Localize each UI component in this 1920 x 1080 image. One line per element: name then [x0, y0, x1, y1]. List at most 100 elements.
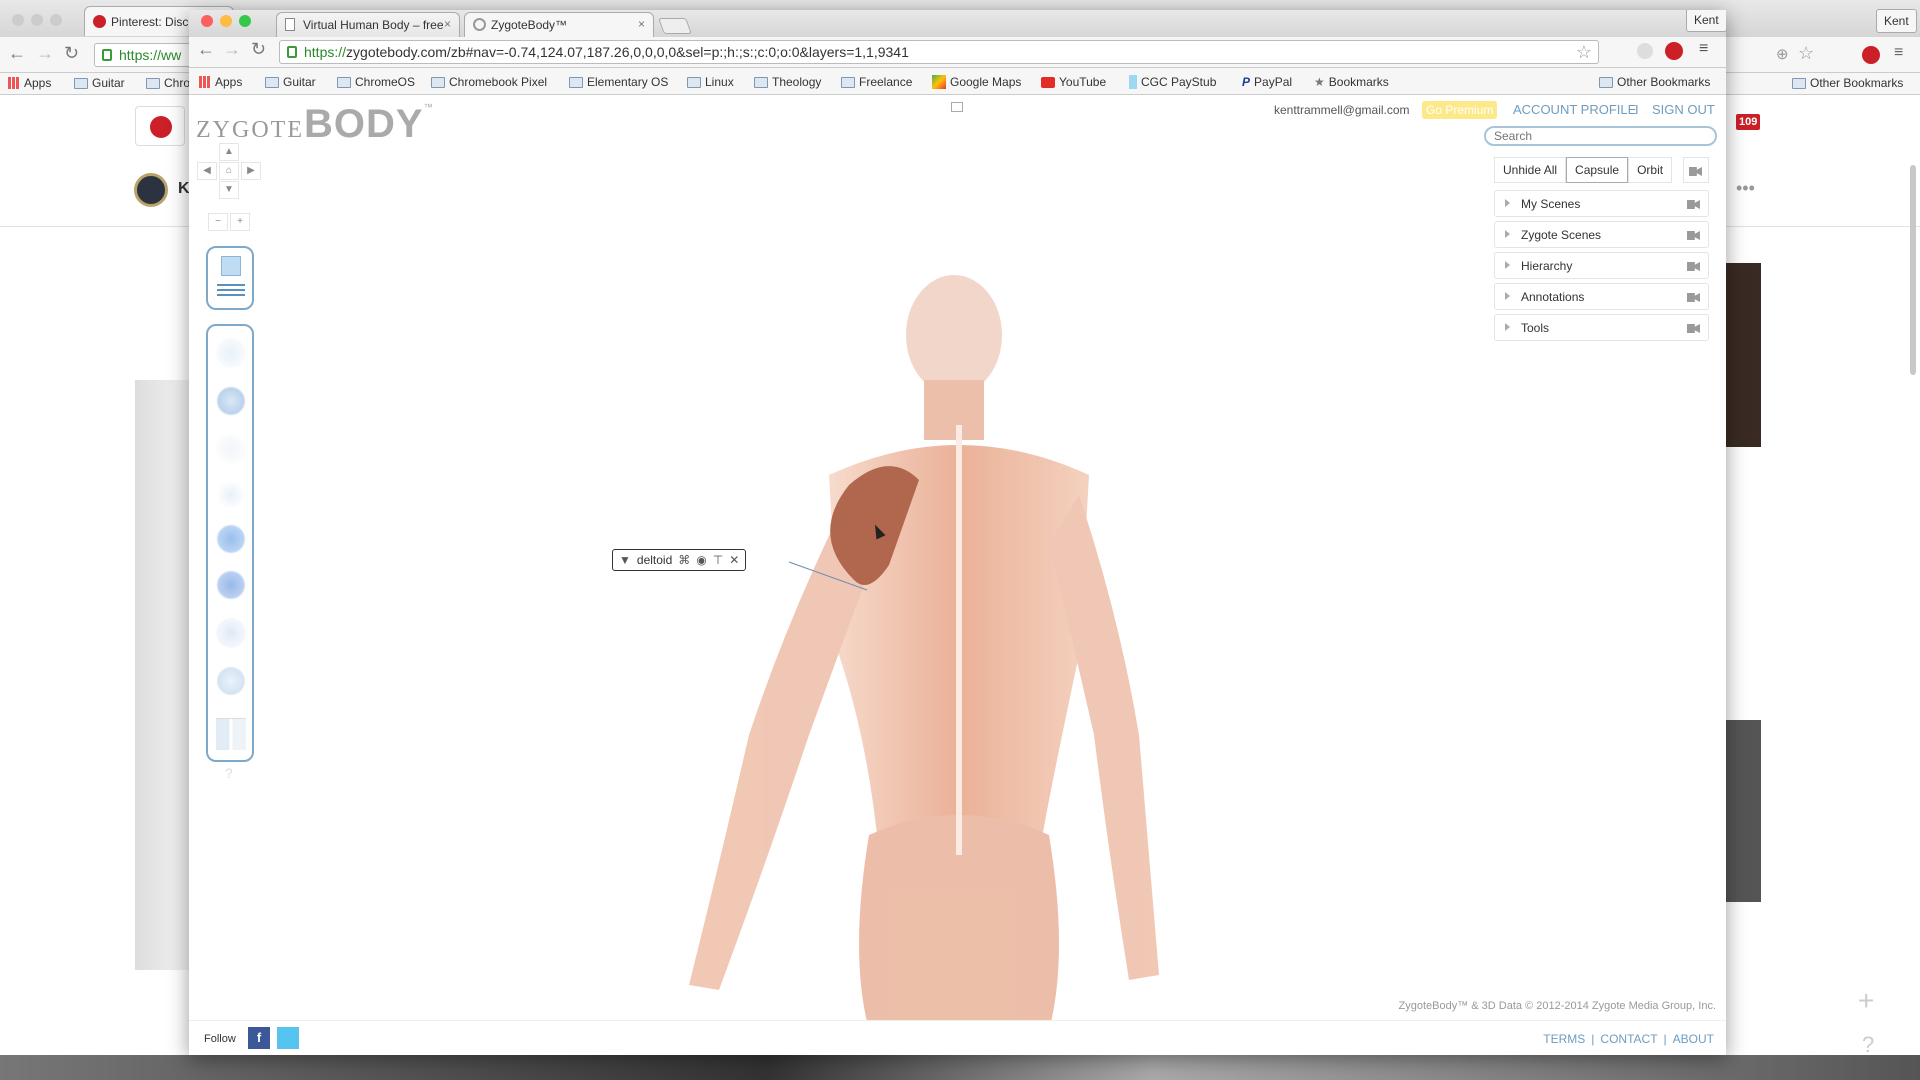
window-controls[interactable] [12, 14, 62, 26]
pin-image[interactable] [1726, 263, 1761, 447]
paystub-icon [1129, 75, 1137, 89]
reload-icon[interactable]: ↻ [251, 39, 266, 60]
view-buttons: Unhide All Capsule Orbit [1494, 157, 1673, 183]
pinterest-extension-icon[interactable] [1862, 46, 1880, 64]
panel-item-tools[interactable]: Tools [1494, 314, 1709, 341]
close-icon[interactable]: ✕ [729, 553, 739, 567]
bookmark-other[interactable]: Other Bookmarks [1599, 75, 1710, 89]
facebook-icon[interactable]: f [248, 1027, 270, 1049]
search-input[interactable] [1484, 126, 1717, 146]
pin-image[interactable] [135, 380, 190, 970]
bookmark-label: PayPal [1254, 75, 1293, 89]
bookmark-elementary-os[interactable]: Elementary OS [569, 75, 668, 89]
follow-label: Follow [204, 1033, 236, 1045]
panel-item-my-scenes[interactable]: My Scenes [1494, 190, 1709, 217]
pinterest-extension-icon[interactable] [1665, 42, 1683, 60]
add-pin-icon[interactable]: + [1858, 985, 1874, 1017]
forward-icon[interactable]: → [223, 39, 241, 60]
bookmark-youtube[interactable]: YouTube [1041, 75, 1106, 89]
head [906, 275, 1002, 395]
profile-avatar[interactable] [134, 173, 168, 207]
scrollbar[interactable] [1910, 165, 1916, 375]
bookmark-cgc-paystub[interactable]: CGC PayStub [1129, 75, 1216, 89]
traffic-lights[interactable] [201, 15, 251, 27]
bookmark-chromeos[interactable]: Chro [146, 76, 190, 90]
zoom-icon[interactable]: ⊕ [1776, 45, 1789, 63]
camera-icon[interactable] [1687, 200, 1700, 209]
star-icon[interactable]: ☆ [1798, 43, 1814, 64]
panel-label: Hierarchy [1521, 259, 1573, 273]
tab-title: Virtual Human Body – free [303, 18, 444, 32]
panel-item-annotations[interactable]: Annotations [1494, 283, 1709, 310]
sign-out-link[interactable]: SIGN OUT [1652, 102, 1715, 117]
new-tab-button[interactable] [658, 18, 692, 34]
profile-button[interactable]: Kent [1876, 9, 1917, 33]
bookmark-label: YouTube [1059, 75, 1107, 89]
notification-badge[interactable]: 109 [1736, 114, 1761, 130]
twitter-icon[interactable] [277, 1027, 299, 1049]
bookmark-bookmarks[interactable]: ★ Bookmarks [1314, 75, 1389, 89]
tabbar: Virtual Human Body – free × ZygoteBody™ × … [189, 10, 1726, 37]
isolate-icon[interactable]: ⌘ [678, 553, 690, 567]
bookmark-label: Theology [772, 75, 822, 89]
bookmark-label: Google Maps [950, 75, 1022, 89]
bookmark-label: ChromeOS [355, 75, 416, 89]
bookmark-freelance[interactable]: Freelance [841, 75, 912, 89]
bookmark-other[interactable]: Other Bookmarks [1792, 76, 1903, 90]
profile-button[interactable]: Kent [1686, 10, 1726, 32]
bookmark-guitar[interactable]: Guitar [265, 75, 316, 89]
user-email: kenttrammell@gmail.com [1274, 103, 1410, 117]
contact-link[interactable]: CONTACT [1600, 1032, 1657, 1046]
panel-item-zygote-scenes[interactable]: Zygote Scenes [1494, 221, 1709, 248]
terms-link[interactable]: TERMS [1543, 1032, 1585, 1046]
close-tab-icon[interactable]: × [638, 17, 645, 31]
unhide-all-button[interactable]: Unhide All [1494, 157, 1567, 183]
bookmark-google-maps[interactable]: Google Maps [932, 75, 1021, 89]
divider: | [1591, 1032, 1595, 1046]
capsule-button[interactable]: Capsule [1566, 157, 1629, 183]
pin-image[interactable] [1726, 720, 1761, 902]
account-profile-link[interactable]: ACCOUNT PROFILE [1513, 102, 1636, 117]
close-tab-icon[interactable]: × [444, 17, 451, 31]
go-premium-button[interactable]: Go Premium [1422, 101, 1498, 119]
eye-icon[interactable]: ◉ [696, 553, 706, 567]
pinterest-logo-button[interactable] [135, 106, 185, 146]
bookmark-paypal[interactable]: P PayPal [1242, 75, 1292, 89]
bookmark-chromeos[interactable]: ChromeOS [337, 75, 415, 89]
right-arm [1049, 495, 1159, 980]
address-bar[interactable]: https://zygotebody.com/zb#nav=-0.74,124.… [279, 40, 1599, 64]
bookmark-label: Other Bookmarks [1810, 76, 1904, 90]
bookmark-apps[interactable]: Apps [8, 76, 51, 90]
forward-icon[interactable]: → [36, 43, 54, 64]
zygote-window: Virtual Human Body – free × ZygoteBody™ × … [189, 10, 1726, 1055]
pin-icon[interactable]: ⊤ [713, 553, 723, 567]
menu-icon[interactable]: ≡ [1699, 40, 1708, 58]
bookmark-star-icon[interactable]: ☆ [1576, 42, 1592, 63]
camera-icon[interactable] [1687, 262, 1700, 271]
about-link[interactable]: ABOUT [1673, 1032, 1714, 1046]
bookmark-theology[interactable]: Theology [754, 75, 821, 89]
extension-icon[interactable] [1637, 43, 1653, 59]
footer: Follow f TERMS | CONTACT | ABOUT [189, 1020, 1726, 1055]
bookmark-chromebook-pixel[interactable]: Chromebook Pixel [431, 75, 547, 89]
back-icon[interactable]: ← [197, 39, 215, 60]
bookmark-guitar[interactable]: Guitar [74, 76, 125, 90]
camera-icon[interactable] [1687, 293, 1700, 302]
bookmark-linux[interactable]: Linux [687, 75, 734, 89]
tab-zygotebody[interactable]: ZygoteBody™ × [464, 12, 654, 37]
reload-icon[interactable]: ↻ [64, 43, 79, 64]
tab-virtual-human-body[interactable]: Virtual Human Body – free × [276, 12, 460, 37]
collapse-icon[interactable]: ▼ [619, 553, 631, 567]
more-icon[interactable]: ••• [1736, 178, 1755, 199]
panel-item-hierarchy[interactable]: Hierarchy [1494, 252, 1709, 279]
camera-icon[interactable] [1687, 231, 1700, 240]
star-icon: ★ [1314, 75, 1325, 89]
orbit-button[interactable]: Orbit [1628, 157, 1673, 183]
back-icon[interactable]: ← [8, 43, 26, 64]
folder-icon [687, 76, 701, 88]
camera-button[interactable] [1683, 157, 1709, 183]
menu-icon[interactable]: ≡ [1894, 44, 1903, 62]
bookmark-apps[interactable]: Apps [199, 75, 242, 89]
camera-icon[interactable] [1687, 324, 1700, 333]
deltoid-annotation[interactable]: ▼ deltoid ⌘ ◉ ⊤ ✕ [612, 549, 747, 571]
